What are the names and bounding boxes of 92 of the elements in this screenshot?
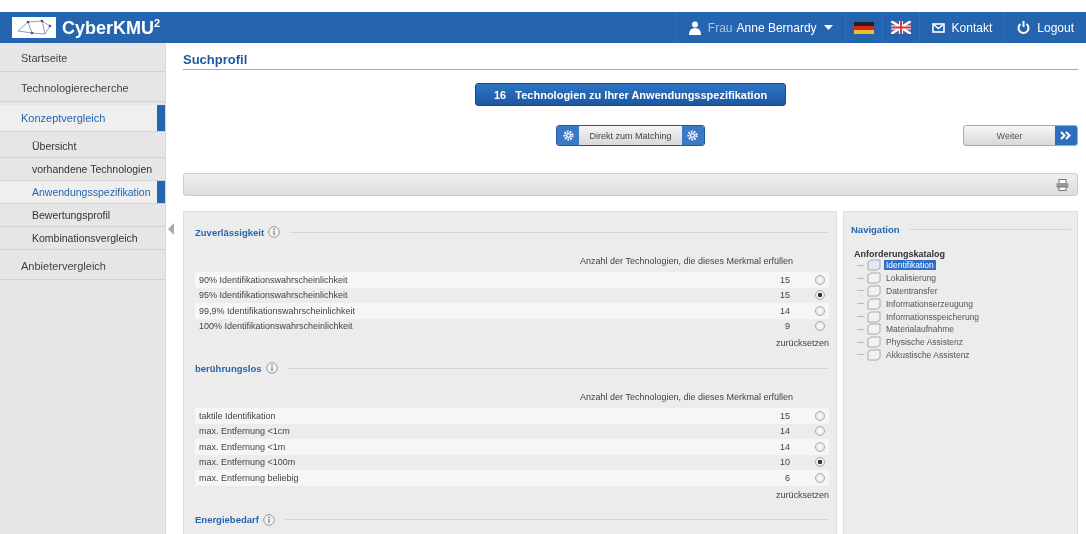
sidebar-subitem[interactable]: Übersicht [0,135,165,158]
option-row[interactable]: max. Entfernung <1cm 14 [195,423,829,439]
page-title: Suchprofil [183,52,1078,70]
option-label: 95% Identifikationswahrscheinlichkeit [199,290,349,301]
radio-button[interactable] [815,410,825,421]
count-cell-text: 9 [784,321,790,332]
reset-link[interactable]: zurücksetzen [775,338,829,348]
double-chevron-icon [1060,131,1072,140]
option-row[interactable]: taktile Identifikation 15 [195,408,829,424]
option-row[interactable]: max. Entfernung <100m 10 [195,454,829,470]
count-cell-text: 14 [779,441,790,452]
brand-name: CyberKMU$^{2}$ [62,16,161,39]
power-icon [1017,21,1031,34]
flag-icon [890,21,911,34]
sidebar-item[interactable]: Technologierecherche [0,75,165,102]
count-cell-text: 6 [784,472,790,483]
radio-button[interactable] [815,305,825,316]
tree-item[interactable]: Materialaufnahme [884,324,957,335]
count-cell-text: 14 [779,305,790,316]
sidebar-item[interactable]: Konzeptvergleich [0,105,165,132]
logo-icon [12,17,56,38]
info-icon[interactable] [262,513,275,526]
tree-item[interactable]: Informationsspeicherung [884,311,982,322]
reset-link[interactable]: zurücksetzen [775,489,829,500]
radio-button[interactable] [815,457,825,468]
option-label: 99,9% Identifikationswahrscheinlichkeit [199,305,357,316]
option-label: taktile Identifikation [199,410,277,421]
gear-icon [687,130,698,141]
option-row[interactable]: max. Entfernung <1m 14 [195,439,829,455]
count-cell-text: 15 [779,274,790,285]
info-icon[interactable] [265,362,278,374]
tree-item[interactable]: Physische Assistenz [884,337,965,348]
tree-item[interactable]: Akkustische Assistenz [884,349,972,360]
option-label: max. Entfernung <100m [199,457,297,468]
caret-icon [823,25,833,30]
sidebar-subitem[interactable]: Anwendungsspezifikation [0,181,165,204]
option-label: max. Entfernung beliebig [199,472,300,483]
tree-item[interactable]: Identifikation [884,260,936,271]
info-icon[interactable] [268,226,281,238]
count-cell-text: 15 [779,290,790,301]
logout-button[interactable]: Logout [1004,12,1086,43]
option-row[interactable]: 100% Identifikationswahrscheinlichkeit 9 [195,318,829,334]
folder-icon [867,336,881,349]
section-title: Energiebedarf [195,514,259,525]
user-menu[interactable]: Frau Anne Bernardy [675,12,845,43]
tree-item[interactable]: Lokalisierung [884,273,939,284]
option-label: max. Entfernung <1m [199,441,287,452]
collapse-arrow-icon[interactable] [167,222,174,235]
radio-button[interactable] [815,274,825,285]
option-row[interactable]: 95% Identifikationswahrscheinlichkeit 15 [195,287,829,303]
option-row[interactable]: max. Entfernung beliebig 6 [195,470,829,486]
next-button[interactable]: Weiter [963,125,1078,146]
count-cell-text: 10 [779,457,790,468]
folder-icon [867,310,881,323]
gear-icon [563,130,574,141]
column-header: Anzahl der Technologien, die dieses Merkmal erfüllen [580,392,793,402]
folder-icon [867,259,881,272]
column-header: Anzahl der Technologien, die dieses Merkmal erfüllen [580,256,793,266]
tree-item[interactable]: Informationserzeugung [884,298,975,309]
option-label: max. Entfernung <1cm [199,426,291,437]
folder-icon [867,323,881,336]
person-icon [688,20,701,35]
contact-link[interactable]: Kontakt [918,12,1005,43]
print-icon[interactable] [1056,178,1069,191]
sidebar-subitem[interactable]: Kombinationsvergleich [0,227,165,250]
count-cell-text: 14 [779,426,790,437]
flag-icon [853,21,874,34]
radio-button[interactable] [815,321,825,332]
matching-button[interactable]: Direkt zum Matching [556,125,705,146]
folder-icon [867,285,881,297]
radio-button[interactable] [815,441,825,452]
tree-root[interactable]: Anforderungskatalog [854,249,1071,259]
panel-title: Navigation [851,224,900,235]
tree-item[interactable]: Datentransfer [884,286,940,296]
section-title: berührungslos [195,362,262,374]
folder-icon [867,272,881,285]
sidebar-item[interactable]: Anbietervergleich [0,253,165,280]
radio-button[interactable] [815,472,825,483]
sidebar-subitem[interactable]: Bewertungsprofil [0,204,165,227]
radio-button[interactable] [815,426,825,437]
envelope-icon [931,22,945,33]
results-button[interactable]: 16 Technologien zu Ihrer Anwendungsspezifikation [474,83,787,106]
option-label: 90% Identifikationswahrscheinlichkeit [199,274,349,285]
sidebar-item[interactable]: Startseite [0,45,165,72]
section-title: Zuverlässigkeit [195,226,265,238]
option-row[interactable]: 90% Identifikationswahrscheinlichkeit 15 [195,272,829,288]
radio-button[interactable] [815,290,825,301]
folder-icon [867,297,881,310]
count-cell-text: 15 [779,410,790,421]
folder-icon [867,348,881,361]
option-label: 100% Identifikationswahrscheinlichkeit [199,321,354,332]
option-row[interactable]: 99,9% Identifikationswahrscheinlichkeit 14 [195,303,829,319]
